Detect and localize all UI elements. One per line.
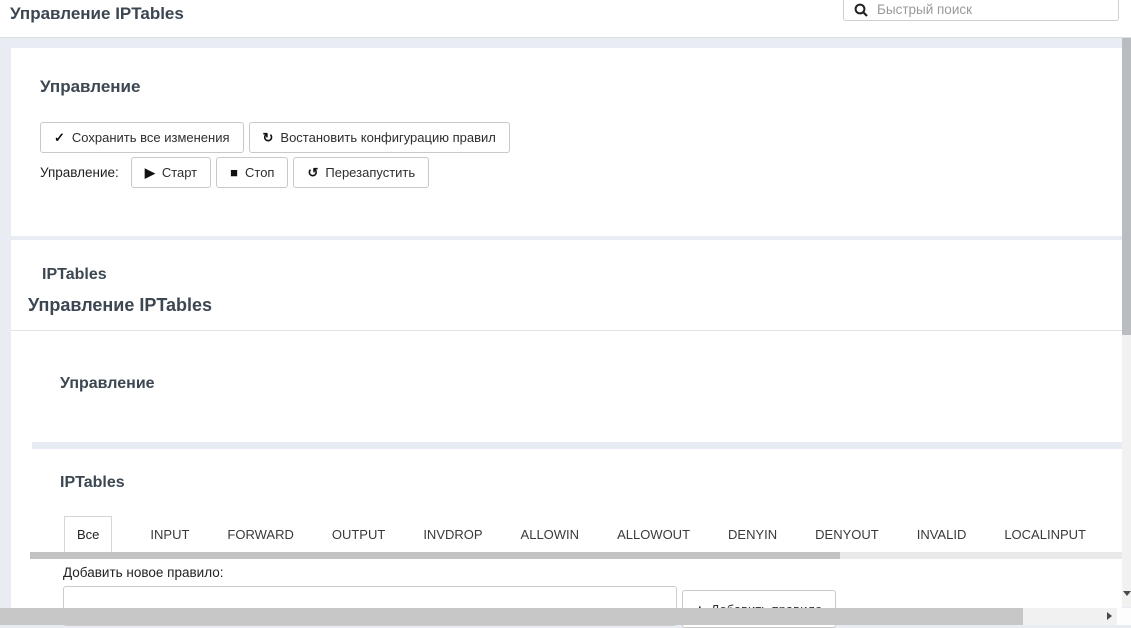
scrollbar-corner xyxy=(1117,608,1131,625)
save-restore-row: ✓ Сохранить все изменения ↻ Востановить … xyxy=(40,122,510,153)
stop-label: Стоп xyxy=(245,165,274,180)
restart-icon: ↺ xyxy=(307,166,318,179)
inner-section-divider xyxy=(32,442,1122,449)
inner-iptables-title: IPTables xyxy=(60,474,125,492)
tab-invdrop[interactable]: INVDROP xyxy=(423,527,482,542)
tab-allowin[interactable]: ALLOWIN xyxy=(521,527,580,542)
tabs-scrollbar-thumb[interactable] xyxy=(30,552,840,559)
control-card: Управление ✓ Сохранить все изменения ↻ В… xyxy=(11,48,1122,236)
play-icon: ▶ xyxy=(145,166,155,179)
service-control-row: Управление: ▶ Старт ■ Стоп ↺ Перезапусти… xyxy=(40,157,429,188)
horizontal-scrollbar-track[interactable] xyxy=(0,608,1117,625)
service-control-label: Управление: xyxy=(40,165,119,180)
tab-invalid[interactable]: INVALID xyxy=(917,527,967,542)
section-divider xyxy=(11,330,1122,331)
tab-denyin[interactable]: DENYIN xyxy=(728,527,777,542)
search-input[interactable] xyxy=(877,2,1108,17)
vertical-scrollbar-thumb[interactable] xyxy=(1122,38,1131,335)
tab-forward[interactable]: FORWARD xyxy=(227,527,293,542)
vertical-scrollbar-track[interactable] xyxy=(1122,38,1131,607)
stop-button[interactable]: ■ Стоп xyxy=(216,157,288,188)
restart-label: Перезапустить xyxy=(325,165,415,180)
control-card-title: Управление xyxy=(40,77,140,97)
tabs-scrollbar-track[interactable] xyxy=(30,552,1122,559)
start-button[interactable]: ▶ Старт xyxy=(131,157,211,188)
restart-button[interactable]: ↺ Перезапустить xyxy=(293,157,429,188)
tab-output[interactable]: OUTPUT xyxy=(332,527,385,542)
refresh-icon: ↻ xyxy=(263,131,274,144)
top-header-bar: Управление IPTables xyxy=(0,0,1131,38)
stop-icon: ■ xyxy=(230,166,238,179)
horizontal-scrollbar-thumb[interactable] xyxy=(0,608,1023,625)
iptables-card-title: Управление IPTables xyxy=(28,295,212,316)
save-all-button[interactable]: ✓ Сохранить все изменения xyxy=(40,122,244,153)
start-label: Старт xyxy=(162,165,197,180)
restore-config-label: Востановить конфигурацию правил xyxy=(280,130,495,145)
tab-input[interactable]: INPUT xyxy=(150,527,189,542)
scroll-right-arrow-icon[interactable] xyxy=(1107,612,1112,620)
iptables-card: IPTables Управление IPTables Управление … xyxy=(11,240,1122,625)
restore-config-button[interactable]: ↻ Востановить конфигурацию правил xyxy=(249,122,510,153)
save-all-label: Сохранить все изменения xyxy=(72,130,230,145)
page-title: Управление IPTables xyxy=(10,3,184,24)
search-icon xyxy=(854,3,868,17)
tab-denyout[interactable]: DENYOUT xyxy=(815,527,879,542)
inner-control-title: Управление xyxy=(60,375,155,393)
tab-allowout[interactable]: ALLOWOUT xyxy=(617,527,690,542)
iptables-card-subtitle: IPTables xyxy=(42,266,107,284)
add-rule-label: Добавить новое правило: xyxy=(63,565,224,580)
check-icon: ✓ xyxy=(54,131,65,144)
tab-localinput[interactable]: LOCALINPUT xyxy=(1004,527,1086,542)
chain-tabs: Все INPUT FORWARD OUTPUT INVDROP ALLOWIN… xyxy=(64,516,1122,552)
scroll-down-arrow-icon[interactable] xyxy=(1123,591,1131,596)
tab-all[interactable]: Все xyxy=(64,516,112,552)
quick-search-box[interactable] xyxy=(843,0,1119,21)
